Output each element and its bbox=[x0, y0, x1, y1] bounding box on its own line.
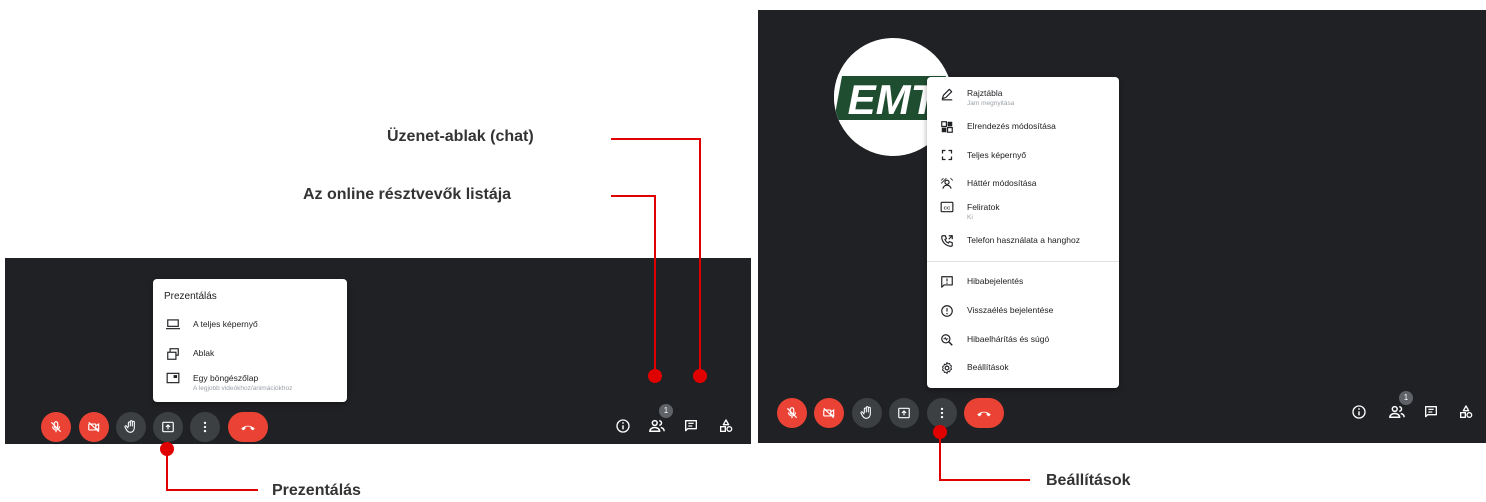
activities-button[interactable] bbox=[714, 414, 738, 438]
window-icon bbox=[153, 347, 193, 361]
captions-icon: CC bbox=[927, 201, 967, 213]
present-option-sublabel: A legjobb videókhoz/animációkhoz bbox=[193, 385, 293, 392]
camera-off-icon bbox=[88, 421, 100, 433]
menu-item-settings[interactable]: Beállítások bbox=[927, 361, 1119, 377]
settings-gear-icon bbox=[927, 361, 967, 375]
report-abuse-icon bbox=[927, 304, 967, 318]
fullscreen-icon bbox=[927, 149, 967, 161]
present-menu: Prezentálás A teljes képernyő Ablak Egy … bbox=[153, 279, 347, 402]
menu-item-label: Feliratok Ki bbox=[967, 202, 1000, 221]
more-vertical-icon bbox=[203, 421, 207, 433]
people-icon bbox=[649, 419, 665, 432]
menu-item-label: Elrendezés módosítása bbox=[967, 121, 1056, 131]
svg-text:CC: CC bbox=[944, 205, 951, 210]
activities-shapes-icon bbox=[1460, 405, 1473, 418]
annotation-presenting-label: Prezentálás bbox=[272, 482, 361, 499]
menu-item-phone-audio[interactable]: Telefon használata a hanghoz bbox=[927, 234, 1119, 250]
menu-item-background[interactable]: Háttér módosítása bbox=[927, 177, 1119, 193]
menu-item-report-problem[interactable]: Hibabejelentés bbox=[927, 275, 1119, 291]
participants-count-badge: 1 bbox=[1399, 391, 1413, 405]
mic-off-icon bbox=[786, 407, 798, 419]
menu-item-report-abuse[interactable]: Visszaélés bejelentése bbox=[927, 304, 1119, 320]
background-icon bbox=[927, 177, 967, 191]
hang-up-icon bbox=[977, 411, 991, 417]
raise-hand-button[interactable] bbox=[116, 412, 146, 442]
annotation-participants-label: Az online résztvevők listája bbox=[303, 186, 512, 203]
meeting-details-button[interactable] bbox=[611, 414, 635, 438]
mic-off-button[interactable] bbox=[777, 398, 807, 428]
menu-item-sublabel: Jam megnyitása bbox=[967, 100, 1015, 107]
phone-audio-icon bbox=[927, 234, 967, 248]
info-icon bbox=[616, 419, 630, 433]
raise-hand-button[interactable] bbox=[852, 398, 882, 428]
hang-up-icon bbox=[241, 425, 255, 431]
present-option-tab[interactable]: Egy böngészőlap A legjobb videókhoz/animá… bbox=[153, 372, 347, 396]
menu-item-fullscreen[interactable]: Teljes képernyő bbox=[927, 149, 1119, 165]
present-screen-icon bbox=[898, 407, 910, 419]
present-option-label: A teljes képernyő bbox=[193, 319, 258, 329]
mic-off-button[interactable] bbox=[41, 412, 71, 442]
menu-item-label: Háttér módosítása bbox=[967, 178, 1037, 188]
more-options-menu: Rajztábla Jam megnyitása Elrendezés módos… bbox=[927, 77, 1119, 388]
pencil-icon bbox=[927, 87, 967, 101]
menu-item-label: Hibaelhárítás és súgó bbox=[967, 334, 1050, 344]
menu-item-label: Rajztábla Jam megnyitása bbox=[967, 88, 1015, 107]
presenting-callout-dot bbox=[160, 442, 174, 456]
presenting-callout-line bbox=[166, 450, 258, 491]
participants-count-badge: 1 bbox=[659, 404, 673, 418]
menu-item-label: Hibabejelentés bbox=[967, 276, 1024, 286]
menu-item-whiteboard[interactable]: Rajztábla Jam megnyitása bbox=[927, 87, 1119, 113]
annotation-chat-label: Üzenet-ablak (chat) bbox=[387, 128, 534, 145]
present-option-label: Egy böngészőlap A legjobb videókhoz/animá… bbox=[193, 373, 293, 392]
menu-item-label: Telefon használata a hanghoz bbox=[967, 235, 1080, 245]
present-screen-icon bbox=[162, 421, 174, 433]
leave-call-button[interactable] bbox=[964, 398, 1004, 428]
menu-item-label: Visszaélés bejelentése bbox=[967, 305, 1054, 315]
more-vertical-icon bbox=[940, 407, 944, 419]
menu-item-layout[interactable]: Elrendezés módosítása bbox=[927, 120, 1119, 136]
present-option-label: Ablak bbox=[193, 348, 215, 358]
people-icon bbox=[1389, 405, 1405, 418]
camera-off-icon bbox=[823, 407, 835, 419]
camera-off-button[interactable] bbox=[814, 398, 844, 428]
meeting-panel-left bbox=[5, 258, 751, 444]
troubleshoot-icon bbox=[927, 333, 967, 347]
menu-item-label: Teljes képernyő bbox=[967, 150, 1027, 160]
meeting-details-button[interactable] bbox=[1347, 400, 1371, 424]
chat-icon bbox=[685, 420, 697, 432]
menu-item-sublabel: Ki bbox=[967, 214, 973, 221]
menu-separator bbox=[927, 261, 1119, 262]
menu-item-captions[interactable]: CC Feliratok Ki bbox=[927, 201, 1119, 227]
chat-button[interactable] bbox=[679, 414, 703, 438]
present-now-button[interactable] bbox=[889, 398, 919, 428]
feedback-icon bbox=[927, 275, 967, 289]
laptop-icon bbox=[153, 318, 193, 330]
more-options-button[interactable] bbox=[927, 398, 957, 428]
layout-icon bbox=[927, 120, 967, 134]
browser-tab-icon bbox=[153, 372, 193, 384]
activities-shapes-icon bbox=[720, 419, 733, 432]
mic-off-icon bbox=[50, 421, 62, 433]
present-option-window[interactable]: Ablak bbox=[153, 347, 347, 365]
present-option-entire-screen[interactable]: A teljes képernyő bbox=[153, 318, 347, 336]
chat-icon bbox=[1425, 406, 1437, 418]
menu-item-troubleshooting[interactable]: Hibaelhárítás és súgó bbox=[927, 333, 1119, 349]
chat-button[interactable] bbox=[1419, 400, 1443, 424]
present-now-button[interactable] bbox=[153, 412, 183, 442]
annotation-settings-label: Beállítások bbox=[1046, 472, 1131, 489]
menu-item-label: Beállítások bbox=[967, 362, 1009, 372]
camera-off-button[interactable] bbox=[79, 412, 109, 442]
present-menu-title: Prezentálás bbox=[164, 291, 217, 302]
hand-icon bbox=[124, 420, 135, 433]
leave-call-button[interactable] bbox=[228, 412, 268, 442]
svg-text:EMT: EMT bbox=[848, 76, 940, 123]
activities-button[interactable] bbox=[1454, 400, 1478, 424]
hand-icon bbox=[860, 406, 871, 419]
more-options-button[interactable] bbox=[190, 412, 220, 442]
info-icon bbox=[1352, 405, 1366, 419]
